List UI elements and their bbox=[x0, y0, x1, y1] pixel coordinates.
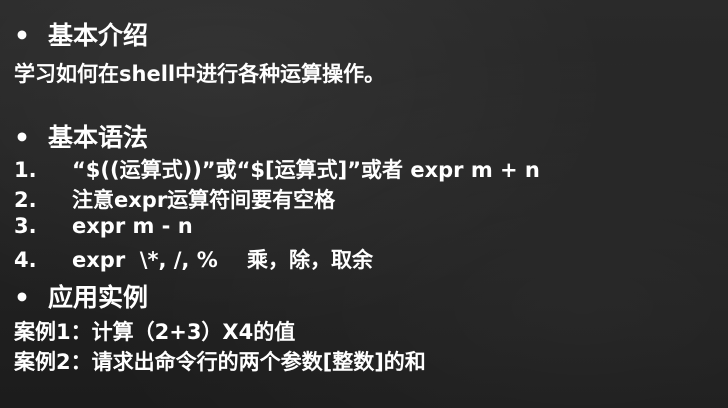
syntax-item-1: 1. “$((运算式))”或“$[运算式]”或者 expr m + n bbox=[0, 154, 540, 184]
intro-heading: • 基本介绍 bbox=[0, 16, 148, 52]
list-number: 3. bbox=[14, 214, 37, 238]
list-text: expr m - n bbox=[72, 214, 193, 238]
bullet-icon: • bbox=[14, 283, 30, 312]
syntax-heading: • 基本语法 bbox=[0, 118, 148, 154]
intro-title: 基本介绍 bbox=[48, 21, 149, 50]
list-number: 1. bbox=[14, 158, 37, 182]
list-number: 4. bbox=[14, 248, 37, 272]
list-text: “$((运算式))”或“$[运算式]”或者 expr m + n bbox=[72, 158, 540, 182]
syntax-item-2: 2. 注意expr运算符间要有空格 bbox=[0, 184, 335, 214]
bullet-icon: • bbox=[14, 123, 30, 152]
example-item-2: 案例2：请求出命令行的两个参数[整数]的和 bbox=[14, 350, 426, 374]
syntax-item-4: 4. expr \*, /, % 乘，除，取余 bbox=[0, 244, 373, 274]
list-text: 注意expr运算符间要有空格 bbox=[72, 188, 336, 212]
intro-body: 学习如何在shell中进行各种运算操作。 bbox=[14, 62, 386, 86]
list-number: 2. bbox=[14, 188, 37, 212]
syntax-item-3: 3. expr m - n bbox=[0, 214, 193, 238]
bullet-icon: • bbox=[14, 21, 30, 50]
list-text: expr \*, /, % 乘，除，取余 bbox=[72, 248, 373, 272]
examples-heading: • 应用实例 bbox=[0, 278, 148, 314]
examples-title: 应用实例 bbox=[48, 283, 149, 312]
example-item-1: 案例1：计算（2+3）X4的值 bbox=[14, 320, 296, 344]
syntax-title: 基本语法 bbox=[48, 123, 149, 152]
